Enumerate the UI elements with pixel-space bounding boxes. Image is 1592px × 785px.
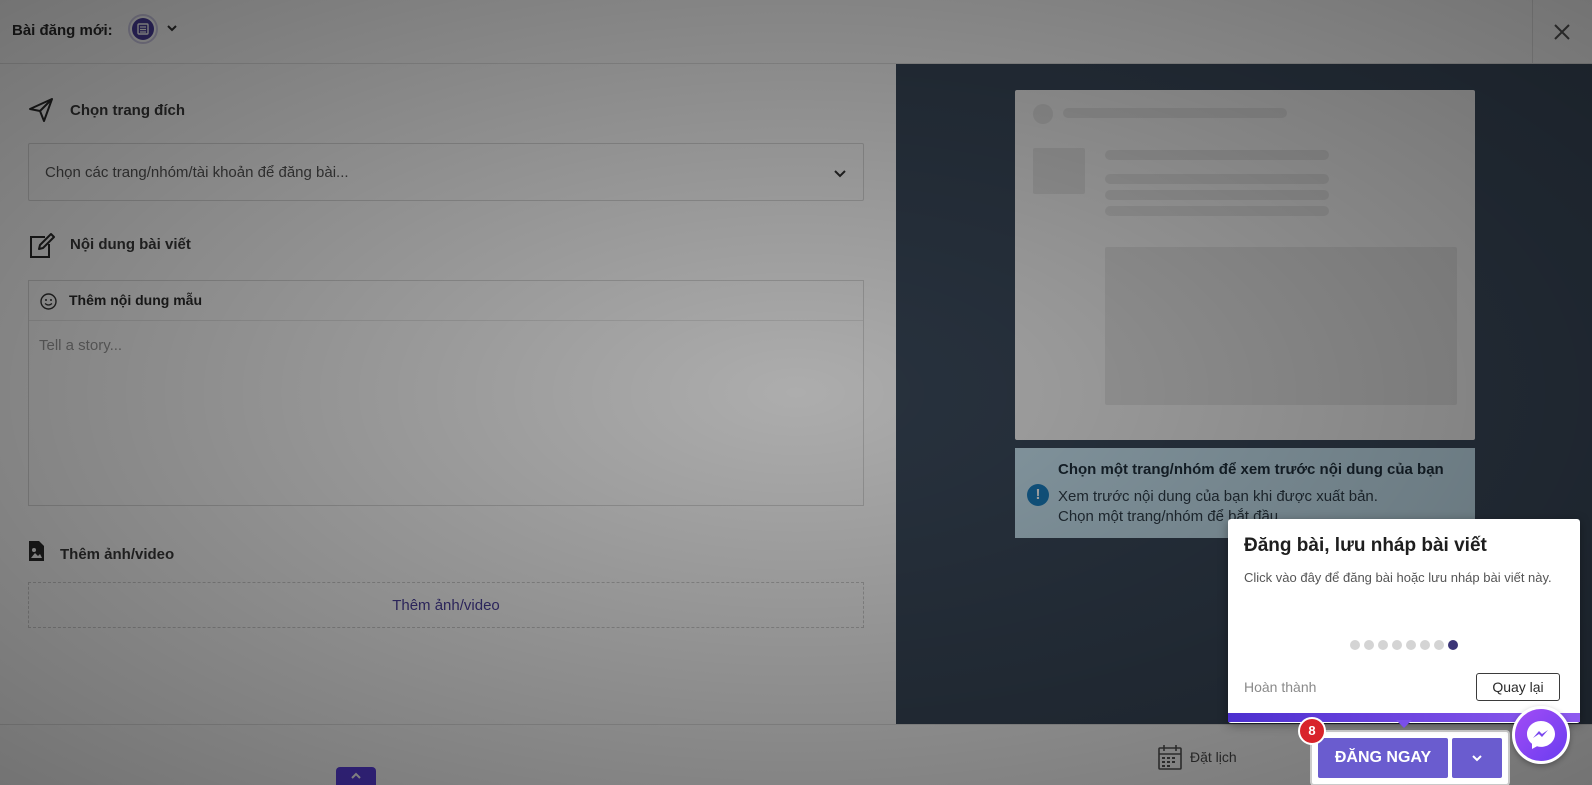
notice-line: Xem trước nội dung của bạn khi được xuất… (1058, 488, 1378, 505)
preview-skeleton-card (1015, 90, 1475, 440)
tour-dot (1420, 640, 1430, 650)
post-text-input[interactable]: Tell a story... (39, 337, 122, 354)
media-section-label: Thêm ảnh/video (60, 546, 175, 563)
post-options-button[interactable] (1452, 738, 1502, 778)
tour-dot (1392, 640, 1402, 650)
tour-dot-active (1448, 640, 1458, 650)
skeleton-line (1105, 174, 1329, 184)
account-avatar[interactable] (128, 14, 158, 44)
target-section-label: Chọn trang đích (70, 102, 185, 119)
scroll-up-button[interactable] (336, 767, 376, 785)
page-title: Bài đăng mới: (12, 22, 113, 39)
info-icon: ! (1027, 484, 1049, 506)
edit-icon (27, 232, 55, 265)
skeleton-thumb (1033, 148, 1085, 194)
brand-logo-icon (132, 18, 154, 40)
tour-dot (1378, 640, 1388, 650)
chevron-down-icon[interactable] (166, 20, 178, 38)
skeleton-avatar (1033, 104, 1053, 124)
tour-dot (1434, 640, 1444, 650)
post-now-button[interactable]: ĐĂNG NGAY (1318, 738, 1448, 778)
schedule-label: Đặt lịch (1190, 749, 1237, 765)
skeleton-image (1105, 247, 1457, 405)
header: Bài đăng mới: (0, 0, 1592, 64)
tour-dot (1350, 640, 1360, 650)
calendar-icon (1158, 745, 1182, 770)
notice-title: Chọn một trang/nhóm để xem trước nội dun… (1058, 461, 1444, 478)
header-divider (1532, 0, 1533, 64)
content-section-label: Nội dung bài viết (70, 236, 191, 253)
tour-arrow (1396, 720, 1412, 728)
tour-back-button[interactable]: Quay lại (1476, 673, 1560, 701)
add-media-label: Thêm ảnh/video (392, 596, 500, 614)
skeleton-line (1105, 150, 1329, 160)
editor-toolbar: Thêm nội dung mẫu (29, 281, 863, 321)
tour-step-badge: 8 (1298, 717, 1326, 745)
add-template-button[interactable]: Thêm nội dung mẫu (69, 292, 202, 308)
chevron-down-icon (833, 166, 847, 184)
chevron-down-icon (1472, 755, 1482, 762)
post-content-editor[interactable]: Thêm nội dung mẫu Tell a story... (28, 280, 864, 506)
send-icon (27, 96, 55, 129)
tour-title: Đăng bài, lưu nháp bài viết (1244, 535, 1487, 556)
messenger-chat-button[interactable] (1512, 706, 1570, 764)
target-select-placeholder: Chọn các trang/nhóm/tài khoản để đăng bà… (45, 164, 349, 181)
tour-popover: Đăng bài, lưu nháp bài viết Click vào đâ… (1228, 519, 1580, 723)
skeleton-line (1105, 206, 1329, 216)
image-file-icon (27, 540, 45, 567)
skeleton-line (1063, 108, 1287, 118)
add-media-button[interactable]: Thêm ảnh/video (28, 582, 864, 628)
schedule-button[interactable]: Đặt lịch (1158, 744, 1237, 770)
tour-progress-dots (1350, 640, 1458, 650)
close-icon[interactable] (1548, 18, 1576, 46)
messenger-icon (1527, 721, 1555, 749)
tour-dot (1364, 640, 1374, 650)
tour-body: Click vào đây để đăng bài hoặc lưu nháp … (1244, 570, 1552, 585)
skeleton-line (1105, 190, 1329, 200)
post-button-group: ĐĂNG NGAY (1312, 732, 1508, 784)
tour-dot (1406, 640, 1416, 650)
tour-finish-button[interactable]: Hoàn thành (1244, 679, 1316, 695)
chevron-up-icon (351, 772, 361, 779)
smile-icon[interactable] (40, 293, 57, 315)
target-page-select[interactable]: Chọn các trang/nhóm/tài khoản để đăng bà… (28, 143, 864, 201)
